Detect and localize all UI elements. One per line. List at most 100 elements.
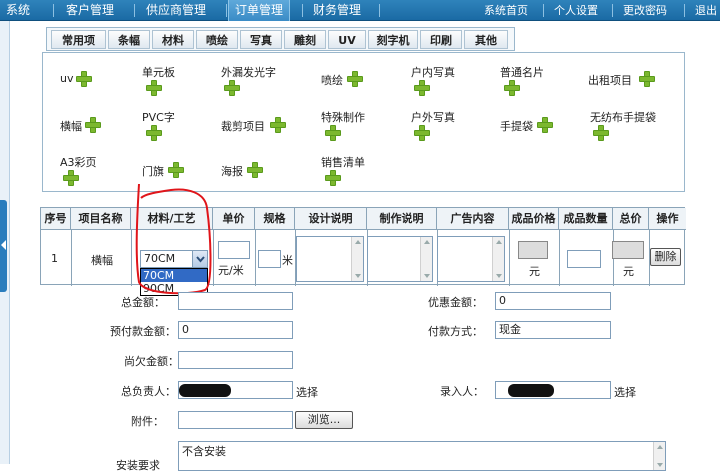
ad-content-textarea[interactable] [437,236,505,282]
nav-separator [226,4,227,17]
prepaid-label: 预付款金额： [110,325,176,338]
column-header: 总价 [613,208,649,230]
nav-item-finance[interactable]: 财务管理 [313,0,361,21]
recorder-input[interactable] [495,381,611,399]
scrollbar[interactable] [492,237,504,281]
tab-inkjet[interactable]: 喷绘 [196,30,238,49]
install-notes-textarea[interactable]: 不含安装 [178,441,666,471]
size-input[interactable] [258,250,281,268]
column-header: 项目名称 [71,208,131,230]
total-amount-input[interactable] [178,292,293,310]
tab-cutting-plotter[interactable]: 刻字机 [368,30,418,49]
nav-logout-link[interactable]: 退出 [695,0,717,21]
column-divider [559,230,560,286]
add-outdoor-photo-icon[interactable] [414,125,430,141]
add-led-letters-icon[interactable] [224,80,240,96]
scrollbar[interactable] [351,237,363,281]
nav-item-suppliers[interactable]: 供应商管理 [146,0,206,21]
payment-method-input[interactable]: 现金 [495,321,611,339]
unit-price-input[interactable] [218,241,250,259]
nav-item-system[interactable]: 系统 [6,0,30,21]
tab-printing[interactable]: 印刷 [420,30,462,49]
column-header: 单价 [213,208,255,230]
yuan-label: 元 [623,265,634,278]
row-index: 1 [51,252,58,265]
add-a3-flyer-icon[interactable] [63,170,79,186]
column-header: 序号 [41,208,71,230]
attachment-path-input[interactable] [178,411,293,429]
manager-select-link[interactable]: 选择 [296,384,318,400]
tab-common[interactable]: 常用项 [51,30,106,49]
product-label: 喷绘 [321,74,343,87]
add-sales-list-icon[interactable] [325,170,341,186]
nav-separator [302,4,303,17]
add-banner-icon[interactable] [85,117,101,133]
add-door-flag-icon[interactable] [168,162,184,178]
top-nav-bar: 系统 客户管理 供应商管理 订单管理 财务管理 系统首页 个人设置 更改密码 退… [0,0,720,21]
discount-label: 优惠金额： [428,296,483,309]
finished-quantity-input[interactable] [567,250,601,268]
add-business-card-icon[interactable] [504,80,520,96]
product-label: 户内写真 [411,66,455,79]
red-annotation-outline [135,183,212,295]
row-item-name: 横幅 [91,254,113,267]
total-amount-label: 总金额： [121,296,165,309]
add-cutting-item-icon[interactable] [270,117,286,133]
discount-input[interactable]: 0 [495,292,611,310]
nav-separator [684,4,685,17]
nav-settings-link[interactable]: 个人设置 [554,0,598,21]
nav-change-password-link[interactable]: 更改密码 [623,0,667,21]
column-header: 制作说明 [367,208,437,230]
nav-separator [543,4,544,17]
scrollbar[interactable] [653,442,665,470]
nav-separator [379,4,380,17]
add-unit-board-icon[interactable] [146,80,162,96]
owed-amount-input[interactable] [178,351,293,369]
column-header: 设计说明 [295,208,367,230]
tab-uv[interactable]: UV [328,30,366,49]
browse-button[interactable]: 浏览... [295,411,353,429]
add-nonwoven-bag-icon[interactable] [593,125,609,141]
add-poster-icon[interactable] [247,162,263,178]
delete-row-button[interactable]: 删除 [650,248,681,266]
scrollbar[interactable] [420,237,432,281]
production-notes-textarea[interactable] [367,236,433,282]
column-divider [509,230,510,286]
product-label: 单元板 [142,66,175,79]
tab-banner[interactable]: 条幅 [108,30,150,49]
install-notes-value: 不含安装 [182,445,226,458]
tab-other[interactable]: 其他 [464,30,508,49]
design-notes-textarea[interactable] [296,236,364,282]
redacted-name [508,384,554,397]
column-header: 成品数量 [559,208,613,230]
finished-price-input[interactable] [518,241,548,259]
recorder-label: 录入人： [440,385,484,398]
product-label: 无纺布手提袋 [590,111,656,124]
owed-amount-label: 尚欠金额： [124,355,179,368]
total-price-input[interactable] [612,241,644,259]
add-handbag-icon[interactable] [537,117,553,133]
tab-photo-print[interactable]: 写真 [240,30,282,49]
prepaid-input[interactable]: 0 [178,321,293,339]
install-requirement-label: 安装要求 [116,459,160,472]
add-rental-icon[interactable] [639,71,655,87]
product-label: 外漏发光字 [221,66,276,79]
manager-input[interactable] [178,381,293,399]
add-pvc-letters-icon[interactable] [146,125,162,141]
column-header: 操作 [649,208,686,230]
add-uv-icon[interactable] [76,71,92,87]
add-indoor-photo-icon[interactable] [414,80,430,96]
tab-engraving[interactable]: 雕刻 [284,30,326,49]
nav-home-link[interactable]: 系统首页 [484,0,528,21]
sidebar-toggle-handle[interactable] [0,200,7,292]
recorder-select-link[interactable]: 选择 [614,384,636,400]
nav-separator [612,4,613,17]
product-label: PVC字 [142,111,175,124]
add-inkjet-icon[interactable] [347,71,363,87]
add-special-make-icon[interactable] [325,125,341,141]
product-label: A3彩页 [60,156,97,169]
nav-item-customers[interactable]: 客户管理 [66,0,114,21]
nav-item-orders[interactable]: 订单管理 [228,0,291,21]
tab-material[interactable]: 材料 [152,30,194,49]
product-label: 裁剪项目 [221,120,265,133]
